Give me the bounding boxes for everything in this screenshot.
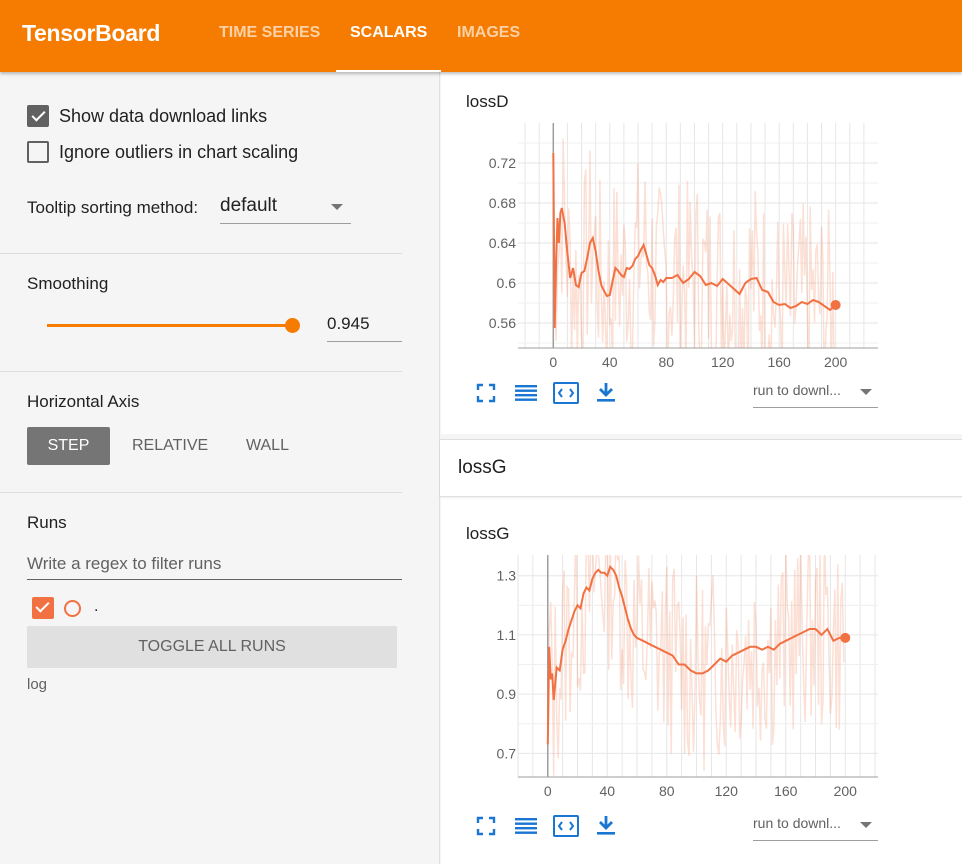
x-tick-label: 40	[602, 354, 618, 370]
axis-relative-button[interactable]: RELATIVE	[132, 427, 208, 465]
app-header: TensorBoard TIME SERIES SCALARS IMAGES	[0, 0, 962, 72]
x-tick-label: 40	[599, 783, 615, 799]
run-download-select[interactable]: run to downl...	[753, 815, 878, 841]
y-tick-label: 0.9	[497, 686, 517, 702]
log-directory-label: log	[27, 676, 48, 693]
divider	[0, 492, 402, 493]
active-tab-indicator	[336, 70, 442, 72]
horizontal-axis-title: Horizontal Axis	[27, 392, 140, 411]
tab-scalars-label: SCALARS	[350, 24, 428, 41]
smoothing-title: Smoothing	[27, 274, 109, 293]
fit-screen-icon[interactable]	[473, 813, 499, 839]
chart-title-lossG: lossG	[466, 524, 510, 543]
chart-lossG[interactable]: 0 40 80 120 160 200 0.7 0.9 1.1 1.3	[480, 550, 890, 807]
tooltip-sorting-label: Tooltip sorting method:	[27, 198, 199, 217]
y-tick-label: 0.56	[489, 315, 516, 331]
tooltip-sorting-select[interactable]: default	[220, 192, 351, 224]
dropdown-arrow-icon	[331, 204, 343, 210]
x-tick-label: 200	[834, 783, 858, 799]
y-tick-label: 0.6	[497, 275, 517, 291]
expand-domain-icon[interactable]	[552, 812, 579, 838]
tab-scalars[interactable]: SCALARS	[336, 0, 442, 72]
checkbox-checked-icon	[27, 105, 49, 127]
dropdown-arrow-icon	[860, 389, 872, 395]
x-tick-label: 0	[549, 354, 557, 370]
axis-wall-button[interactable]: WALL	[246, 427, 289, 465]
x-tick-label: 0	[544, 783, 552, 799]
tab-time-series[interactable]: TIME SERIES	[219, 0, 320, 72]
run-download-select-label: run to downl...	[753, 815, 841, 831]
smoothing-slider-thumb[interactable]	[285, 318, 300, 333]
ignore-outliers-checkbox[interactable]: Ignore outliers in chart scaling	[27, 140, 298, 164]
x-tick-label: 120	[711, 354, 735, 370]
run-download-select-label: run to downl...	[753, 382, 841, 398]
expand-domain-icon[interactable]	[552, 379, 579, 405]
axis-step-button[interactable]: STEP	[27, 427, 110, 465]
tag-group-header[interactable]: lossG	[440, 439, 962, 497]
checkbox-unchecked-icon	[27, 141, 49, 163]
x-tick-label: 160	[774, 783, 798, 799]
download-icon[interactable]	[593, 813, 619, 839]
runs-title: Runs	[27, 513, 67, 532]
x-tick-label: 120	[715, 783, 739, 799]
fit-screen-icon[interactable]	[473, 380, 499, 406]
divider	[0, 253, 402, 254]
chart-title-lossD: lossD	[466, 92, 509, 111]
tooltip-sorting-value: default	[220, 195, 278, 216]
run-checkbox[interactable]	[32, 597, 54, 619]
y-tick-label: 0.72	[489, 155, 516, 171]
last-point-marker	[830, 300, 841, 310]
runs-filter-input[interactable]: Write a regex to filter runs	[27, 550, 402, 580]
run-download-select[interactable]: run to downl...	[753, 382, 878, 408]
download-icon[interactable]	[593, 380, 619, 406]
y-tick-label: 0.68	[489, 195, 516, 211]
run-name: .	[94, 598, 99, 615]
chart-lossD[interactable]: 0 40 80 120 160 200 0.56 0.6 0.64 0.68 0.72	[480, 118, 890, 373]
show-download-links-label: Show data download links	[59, 105, 268, 126]
dropdown-arrow-icon	[860, 822, 872, 828]
smoothing-value-input[interactable]: 0.945	[327, 314, 402, 342]
data-table-icon[interactable]	[513, 813, 539, 839]
sidebar: Show data download links Ignore outliers…	[0, 72, 440, 864]
ignore-outliers-label: Ignore outliers in chart scaling	[59, 141, 299, 162]
y-tick-label: 0.64	[489, 235, 516, 251]
brand-logo[interactable]: TensorBoard	[22, 20, 160, 47]
tag-group-title: lossG	[458, 457, 507, 478]
y-tick-label: 1.1	[497, 627, 517, 643]
y-tick-label: 0.7	[497, 745, 517, 761]
toggle-all-runs-button[interactable]: TOGGLE ALL RUNS	[27, 626, 397, 668]
x-tick-label: 200	[824, 354, 848, 370]
divider	[0, 371, 402, 372]
smoothing-slider-track[interactable]	[47, 324, 293, 327]
show-download-links-checkbox[interactable]: Show data download links	[27, 104, 267, 128]
data-table-icon[interactable]	[513, 380, 539, 406]
x-tick-label: 160	[767, 354, 791, 370]
run-color-swatch[interactable]	[64, 600, 81, 617]
x-tick-label: 80	[659, 783, 675, 799]
x-tick-label: 80	[658, 354, 674, 370]
last-point-marker	[840, 632, 851, 643]
tab-images[interactable]: IMAGES	[457, 0, 520, 72]
y-tick-label: 1.3	[497, 568, 517, 584]
